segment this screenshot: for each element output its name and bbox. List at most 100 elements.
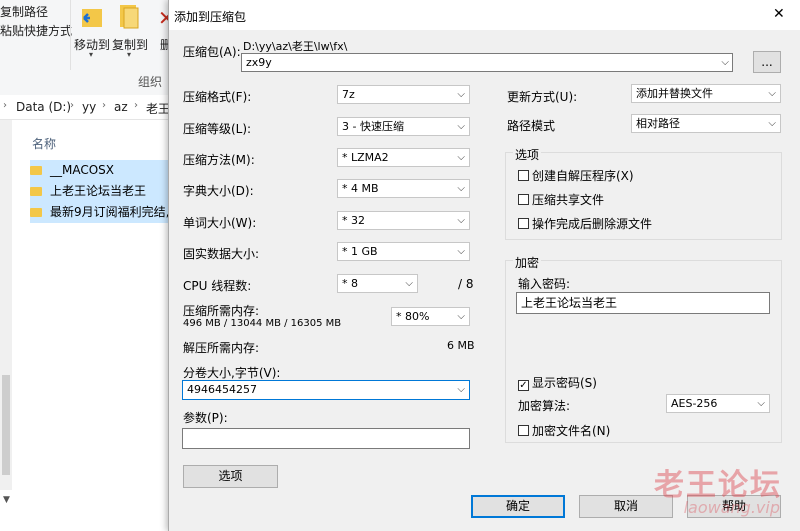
chevron-right-icon: › bbox=[3, 100, 7, 111]
algo-select[interactable]: AES-256 ⌵ bbox=[666, 394, 770, 413]
update-value: 添加并替换文件 bbox=[636, 87, 713, 100]
chevron-right-icon: › bbox=[70, 100, 74, 111]
encrypt-names-label: 加密文件名(N) bbox=[532, 424, 611, 438]
options-group-title: 选项 bbox=[513, 146, 542, 163]
dict-label: 字典大小(D): bbox=[183, 184, 254, 198]
file-name: 上老王论坛当老王 bbox=[50, 184, 147, 198]
cpu-value: * 8 bbox=[342, 277, 358, 290]
shared-checkbox[interactable]: 压缩共享文件 bbox=[518, 191, 604, 208]
cpu-max: / 8 bbox=[458, 277, 474, 291]
algo-label: 加密算法: bbox=[518, 399, 571, 413]
level-value: 3 - 快速压缩 bbox=[342, 120, 404, 133]
list-item[interactable]: __MACOSX bbox=[30, 160, 170, 181]
ribbon-group-label: 组织 bbox=[138, 75, 163, 89]
copy-path-button[interactable]: 复制路径 bbox=[0, 3, 48, 20]
split-size-value: 4946454257 bbox=[187, 383, 257, 396]
browse-button[interactable]: ... bbox=[753, 51, 781, 73]
folder-icon bbox=[30, 166, 42, 175]
cpu-select[interactable]: * 8 ⌵ bbox=[337, 274, 418, 293]
format-label: 压缩格式(F): bbox=[183, 90, 252, 104]
move-to-icon bbox=[80, 5, 104, 31]
watermark-url: laowang.vip bbox=[683, 498, 780, 517]
chevron-down-icon: ▾ bbox=[127, 50, 132, 59]
breadcrumb-folder[interactable]: yy bbox=[82, 100, 96, 114]
delete-source-checkbox[interactable]: 操作完成后删除源文件 bbox=[518, 215, 652, 232]
mem-decomp-label: 解压所需内存: bbox=[183, 341, 260, 355]
column-header-name[interactable]: 名称 bbox=[32, 135, 56, 152]
checkbox-icon bbox=[518, 170, 529, 181]
breadcrumb-drive[interactable]: Data (D:) bbox=[16, 100, 71, 114]
chevron-down-icon: ⌵ bbox=[457, 152, 465, 163]
method-select[interactable]: * LZMA2 ⌵ bbox=[337, 148, 470, 167]
file-name: 最新9月订阅福利完结, bbox=[50, 205, 170, 219]
shared-label: 压缩共享文件 bbox=[532, 193, 605, 207]
chevron-down-icon: ▾ bbox=[89, 50, 94, 59]
mem-percent-select[interactable]: * 80% ⌵ bbox=[391, 307, 470, 326]
sfx-checkbox[interactable]: 创建自解压程序(X) bbox=[518, 167, 634, 184]
format-value: 7z bbox=[342, 88, 355, 101]
solid-label: 固实数据大小: bbox=[183, 247, 260, 261]
sfx-label: 创建自解压程序(X) bbox=[532, 169, 634, 183]
method-label: 压缩方法(M): bbox=[183, 153, 255, 167]
solid-select[interactable]: * 1 GB ⌵ bbox=[337, 242, 470, 261]
update-select[interactable]: 添加并替换文件 ⌵ bbox=[631, 84, 781, 103]
chevron-down-icon: ⌵ bbox=[457, 246, 465, 257]
split-size-input[interactable]: 4946454257 ⌵ bbox=[182, 380, 470, 400]
chevron-down-icon: ⌵ bbox=[457, 121, 465, 132]
paste-shortcut-button[interactable]: 粘贴快捷方式 bbox=[0, 22, 72, 39]
show-password-checkbox[interactable]: ✓ 显示密码(S) bbox=[518, 374, 597, 391]
chevron-down-icon: ⌵ bbox=[457, 311, 465, 322]
list-item[interactable]: 最新9月订阅福利完结, bbox=[30, 202, 170, 223]
word-label: 单词大小(W): bbox=[183, 216, 257, 230]
chevron-down-icon: ⌵ bbox=[457, 215, 465, 226]
dict-value: * 4 MB bbox=[342, 182, 379, 195]
scroll-down-icon[interactable]: ▼ bbox=[3, 495, 10, 505]
chevron-down-icon: ⌵ bbox=[768, 118, 776, 129]
algo-value: AES-256 bbox=[671, 397, 718, 410]
word-select[interactable]: * 32 ⌵ bbox=[337, 211, 470, 230]
close-icon[interactable]: ✕ bbox=[773, 6, 785, 22]
ribbon: 复制路径 粘贴快捷方式 移动到 ▾ 复制到 ▾ ✕ 删 组织 bbox=[0, 0, 180, 96]
level-label: 压缩等级(L): bbox=[183, 122, 252, 136]
password-value: 上老王论坛当老王 bbox=[521, 296, 618, 310]
mem-decomp-value: 6 MB bbox=[447, 339, 475, 352]
chevron-down-icon: ⌵ bbox=[768, 88, 776, 99]
add-to-archive-dialog: 添加到压缩包 ✕ 压缩包(A): D:\yy\az\老王\lw\fx\ zx9y… bbox=[168, 0, 800, 531]
chevron-right-icon: › bbox=[134, 100, 138, 111]
cpu-label: CPU 线程数: bbox=[183, 279, 252, 293]
folder-icon bbox=[30, 187, 42, 196]
format-select[interactable]: 7z ⌵ bbox=[337, 85, 470, 104]
params-input[interactable] bbox=[182, 428, 470, 449]
chevron-right-icon: › bbox=[102, 100, 106, 111]
chevron-down-icon: ⌵ bbox=[757, 398, 765, 409]
list-item[interactable]: 上老王论坛当老王 bbox=[30, 181, 170, 202]
params-label: 参数(P): bbox=[183, 411, 228, 425]
encrypt-names-checkbox[interactable]: 加密文件名(N) bbox=[518, 422, 610, 439]
level-select[interactable]: 3 - 快速压缩 ⌵ bbox=[337, 117, 470, 136]
mem-percent-value: * 80% bbox=[396, 310, 430, 323]
folder-icon bbox=[30, 208, 42, 217]
archive-name-value: zx9y bbox=[246, 56, 272, 69]
solid-value: * 1 GB bbox=[342, 245, 378, 258]
copy-to-icon bbox=[118, 3, 142, 31]
show-password-label: 显示密码(S) bbox=[532, 376, 597, 390]
mem-comp-value: 496 MB / 13044 MB / 16305 MB bbox=[183, 318, 342, 329]
ok-button[interactable]: 确定 bbox=[471, 495, 565, 518]
word-value: * 32 bbox=[342, 214, 365, 227]
scrollbar-thumb[interactable] bbox=[2, 375, 10, 475]
file-list: ▼ 名称 __MACOSX 上老王论坛当老王 最新9月订阅福利完结, bbox=[0, 120, 180, 531]
checkmark-icon: ✓ bbox=[518, 380, 529, 391]
breadcrumb-folder[interactable]: 老王 bbox=[146, 100, 170, 117]
chevron-down-icon: ⌵ bbox=[721, 57, 729, 68]
update-label: 更新方式(U): bbox=[507, 90, 578, 104]
path-mode-select[interactable]: 相对路径 ⌵ bbox=[631, 114, 781, 133]
options-button[interactable]: 选项 bbox=[183, 465, 278, 488]
checkbox-icon bbox=[518, 425, 529, 436]
dialog-title: 添加到压缩包 bbox=[174, 10, 247, 24]
breadcrumb-folder[interactable]: az bbox=[114, 100, 128, 114]
archive-name-input[interactable]: zx9y ⌵ bbox=[241, 53, 733, 72]
password-input[interactable]: 上老王论坛当老王 bbox=[516, 292, 770, 314]
method-value: * LZMA2 bbox=[342, 151, 389, 164]
dict-select[interactable]: * 4 MB ⌵ bbox=[337, 179, 470, 198]
split-label: 分卷大小,字节(V): bbox=[183, 366, 281, 380]
